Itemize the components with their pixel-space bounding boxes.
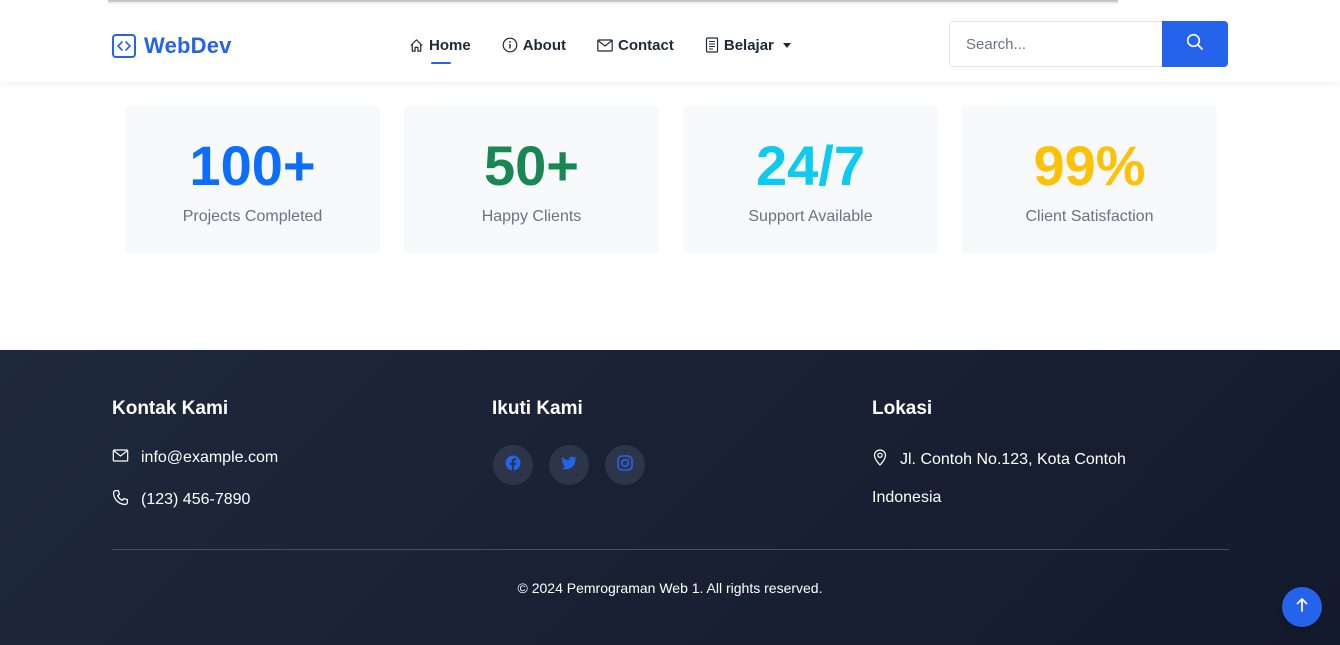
footer-address-line2-row: Indonesia <box>872 489 941 507</box>
footer-location-title: Lokasi <box>872 398 933 419</box>
stat-card-projects: 100+ Projects Completed <box>125 106 380 253</box>
instagram-icon <box>617 454 633 476</box>
footer-location-column: Lokasi <box>872 398 932 420</box>
stat-value: 99% <box>1033 134 1146 197</box>
navbar: WebDev Home About Contact Belajar <box>0 4 1340 82</box>
footer-divider <box>112 549 1229 550</box>
stat-card-satisfaction: 99% Client Satisfaction <box>962 106 1217 253</box>
stat-card-clients: 50+ Happy Clients <box>404 106 659 253</box>
map-pin-icon <box>872 449 888 471</box>
nav-about-label: About <box>522 36 567 54</box>
nav-belajar-label: Belajar <box>723 36 774 54</box>
stat-label: Projects Completed <box>182 208 323 225</box>
stat-value: 24/7 <box>756 134 865 197</box>
stat-label: Happy Clients <box>481 208 582 225</box>
phone-icon <box>112 489 129 511</box>
search-icon <box>1186 33 1204 56</box>
nav-belajar-dropdown[interactable]: Belajar <box>705 35 791 55</box>
footer-contact-column: Kontak Kami <box>112 398 228 420</box>
nav-contact-label: Contact <box>618 36 674 54</box>
brand-logo-link[interactable]: WebDev <box>112 33 232 59</box>
footer-address-line1: Jl. Contoh No.123, Kota Contoh <box>900 451 1126 468</box>
stat-label: Client Satisfaction <box>1025 208 1154 225</box>
brand-name: WebDev <box>144 33 232 58</box>
footer-social-title: Ikuti Kami <box>492 398 583 419</box>
stat-value: 50+ <box>484 134 579 197</box>
footer-address: Jl. Contoh No.123, Kota Contoh <box>872 449 1126 471</box>
search-button[interactable] <box>1162 21 1228 67</box>
nav-home-label: Home <box>429 36 471 54</box>
nav-about[interactable]: About <box>502 35 566 55</box>
house-icon <box>409 38 424 53</box>
facebook-link[interactable] <box>493 445 533 485</box>
instagram-link[interactable] <box>605 445 645 485</box>
footer-phone-text: (123) 456-7890 <box>141 491 251 508</box>
footer-email-text: info@example.com <box>141 449 279 466</box>
twitter-icon <box>561 456 577 475</box>
footer-social-column: Ikuti Kami <box>492 398 583 420</box>
twitter-link[interactable] <box>549 445 589 485</box>
horizontal-scrollbar-thumb[interactable] <box>108 0 1118 2</box>
footer-phone: (123) 456-7890 <box>112 489 250 511</box>
nav-home[interactable]: Home <box>409 35 471 64</box>
stat-value: 100+ <box>189 134 316 197</box>
search-form <box>949 21 1228 67</box>
nav-contact[interactable]: Contact <box>597 35 674 55</box>
chevron-down-icon <box>782 42 791 48</box>
stats-section: 100+ Projects Completed 50+ Happy Client… <box>125 106 1217 253</box>
envelope-icon <box>112 449 129 467</box>
envelope-icon <box>597 38 613 52</box>
info-circle-icon <box>502 37 518 53</box>
stat-card-support: 24/7 Support Available <box>683 106 938 253</box>
main-nav: Home About Contact Belajar <box>409 35 822 64</box>
footer-contact-title: Kontak Kami <box>112 398 229 419</box>
stat-label: Support Available <box>748 208 873 225</box>
code-icon <box>112 34 136 58</box>
footer-copyright: © 2024 Pemrograman Web 1. All rights res… <box>517 580 823 596</box>
search-input[interactable] <box>949 21 1162 67</box>
arrow-up-icon <box>1295 597 1309 618</box>
journal-icon <box>705 37 719 53</box>
back-to-top-button[interactable] <box>1282 587 1322 627</box>
footer-address-line2: Indonesia <box>872 489 942 506</box>
footer: Kontak Kami info@example.com (123) 456-7… <box>0 350 1340 645</box>
footer-email: info@example.com <box>112 449 278 467</box>
facebook-icon <box>505 455 521 476</box>
social-links <box>493 445 645 485</box>
